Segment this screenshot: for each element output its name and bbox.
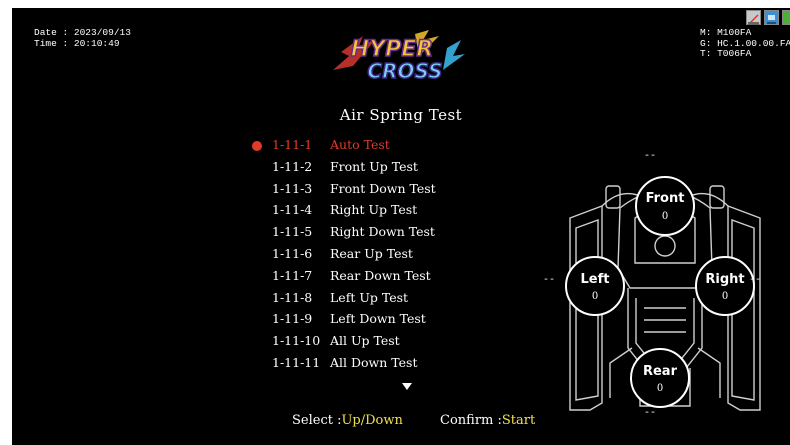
date-label: Date : 2023/09/13	[34, 27, 131, 38]
menu-item-label: Front Up Test	[330, 158, 418, 174]
selection-indicator-icon	[252, 141, 262, 151]
select-value: Up/Down	[341, 413, 403, 428]
can-status-icon	[746, 10, 761, 25]
front-spring-reading: --	[644, 151, 657, 162]
rear-spring-reading: --	[644, 408, 657, 419]
power-status-icon	[782, 10, 790, 25]
confirm-value: Start	[501, 413, 536, 428]
confirm-label: Confirm :	[440, 413, 502, 428]
network-status-icon	[764, 10, 779, 25]
menu-item-label: All Up Test	[330, 333, 400, 349]
front-spring-value: 0	[662, 211, 668, 222]
right-spring-reading: --	[749, 275, 762, 286]
left-spring-label: Left	[581, 272, 610, 287]
menu-item-label: Auto Test	[330, 137, 390, 152]
right-spring-label: Right	[705, 272, 744, 287]
menu-item-code: 1-11-11	[272, 354, 321, 370]
menu-item-label: All Down Test	[330, 354, 418, 370]
menu-item-code: 1-11-10	[272, 333, 321, 349]
status-icons	[746, 10, 790, 25]
terminal-id: T: T006FA	[700, 48, 752, 59]
menu-item-code: 1-11-8	[272, 289, 313, 305]
scroll-down-arrow-icon[interactable]	[402, 383, 412, 390]
time-label: Time : 20:10:49	[34, 37, 120, 49]
hyper-cross-logo: HYPER CROSS	[333, 30, 465, 84]
rear-spring-label: Rear	[643, 364, 678, 379]
machine-id: M: M100FA	[700, 27, 752, 38]
menu-item-code: 1-11-9	[272, 311, 313, 327]
page-title: Air Spring Test	[339, 106, 463, 124]
menu-item-code: 1-11-1	[272, 137, 313, 152]
menu-item-label: Left Down Test	[330, 311, 426, 327]
menu-item-code: 1-11-2	[272, 158, 313, 174]
menu-item-code: 1-11-6	[272, 245, 313, 261]
menu-item-code: 1-11-5	[272, 224, 313, 240]
left-spring-reading: --	[543, 275, 556, 286]
front-spring-label: Front	[646, 191, 685, 206]
menu-item-code: 1-11-3	[272, 180, 313, 196]
menu-item-label: Front Down Test	[330, 180, 436, 196]
menu-item-label: Right Down Test	[330, 224, 435, 240]
menu-item-label: Left Up Test	[330, 289, 409, 305]
test-screen: Date : 2023/09/13 Time : 20:10:49 M: M10…	[12, 8, 790, 445]
select-label: Select :	[292, 413, 342, 428]
menu-item-label: Rear Up Test	[330, 245, 413, 261]
rear-spring-value: 0	[657, 383, 663, 394]
vehicle-diagram: Front 0 Left 0 Right 0 Rear 0	[565, 176, 761, 411]
left-spring-value: 0	[592, 291, 598, 302]
menu-item-code: 1-11-4	[272, 202, 313, 218]
confirm-hint: Confirm :Start	[440, 413, 535, 428]
version-info: M: M100FA G: HC.1.00.00.FA T: T006FA	[700, 27, 790, 60]
menu-item-code: 1-11-7	[272, 267, 313, 283]
select-hint: Select :Up/Down	[292, 413, 403, 428]
right-spring-value: 0	[722, 291, 728, 302]
menu-item-label: Rear Down Test	[330, 267, 431, 283]
datetime-info: Date : 2023/09/13 Time : 20:10:49	[34, 27, 131, 49]
logo-text-bottom: CROSS	[367, 59, 442, 83]
menu-item-label: Right Up Test	[330, 202, 418, 218]
